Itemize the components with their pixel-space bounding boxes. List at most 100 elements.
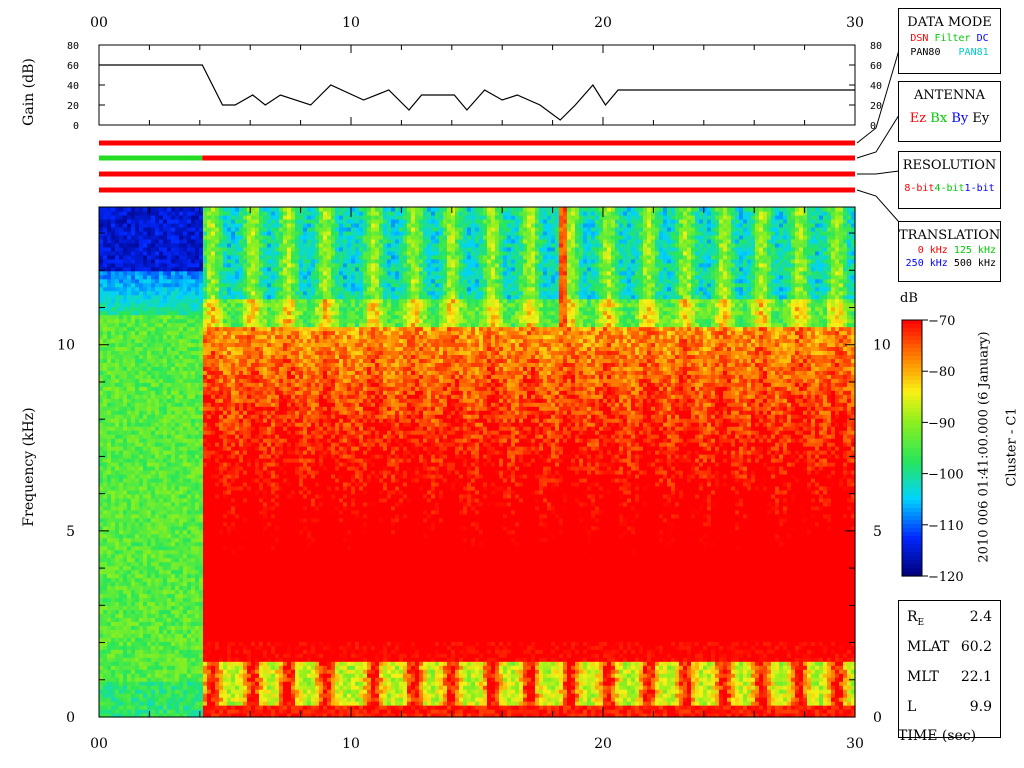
spectrogram-cell	[103, 366, 108, 371]
spectrogram-cell	[171, 442, 176, 447]
spectrogram-cell	[139, 442, 144, 447]
spectrogram-cell	[195, 513, 200, 519]
spectrogram-cell	[179, 505, 184, 511]
spectrogram-cell	[243, 525, 248, 531]
spectrogram-cell	[123, 673, 128, 678]
spectrogram-cell	[223, 322, 228, 328]
spectrogram-cell	[247, 585, 252, 591]
spectrogram-cell	[215, 693, 220, 698]
spectrogram-cell	[195, 434, 200, 439]
spectrogram-cell	[227, 681, 232, 686]
spectrogram-cell	[231, 517, 236, 523]
spectrogram-cell	[127, 685, 132, 690]
spectrogram-cell	[155, 442, 160, 447]
spectrogram-cell	[147, 338, 152, 344]
spectrogram-cell	[171, 549, 176, 555]
spectrogram-cell	[235, 625, 240, 630]
spectrogram-cell	[147, 454, 152, 459]
spectrogram-cell	[215, 465, 220, 471]
spectrogram-cell	[191, 350, 196, 356]
spectrogram-cell	[171, 314, 176, 320]
spectrogram-cell	[215, 254, 220, 260]
spectrogram-cell	[203, 290, 208, 296]
spectrogram-cell	[251, 549, 256, 555]
spectrogram-cell	[151, 649, 156, 654]
spectrogram-cell	[203, 649, 208, 654]
spectrogram-cell	[227, 657, 232, 662]
spectrogram-cell	[203, 446, 208, 451]
spectrogram-cell	[183, 613, 188, 618]
spectrogram-cell	[227, 485, 232, 491]
spectrogram-cell	[123, 573, 128, 579]
spectrogram-cell	[135, 501, 140, 507]
spectrogram-cell	[139, 621, 144, 626]
spectrogram-cell	[211, 545, 216, 551]
spectrogram-cell	[219, 210, 224, 216]
spectrogram-cell	[99, 573, 104, 579]
spectrogram-cell	[219, 278, 224, 284]
spectrogram-cell	[191, 593, 196, 599]
spectrogram-cell	[179, 665, 184, 670]
spectrogram-cell	[143, 665, 148, 670]
spectrogram-cell	[195, 509, 200, 515]
spectrogram-cell	[155, 561, 160, 567]
spectrogram-cell	[151, 701, 156, 706]
spectrogram-cell	[127, 382, 132, 387]
spectrogram-cell	[183, 266, 188, 272]
spectrogram-cell	[139, 250, 144, 256]
spectrogram-cell	[231, 665, 236, 670]
spectrogram-cell	[243, 390, 248, 395]
spectrogram-cell	[211, 477, 216, 483]
spectrogram-cell	[211, 298, 216, 304]
spectrogram-cell	[99, 505, 104, 511]
spectrogram-cell	[195, 430, 200, 435]
spectrogram-cell	[203, 234, 208, 240]
spectrogram-cell	[131, 286, 136, 292]
spectrogram-cell	[123, 282, 128, 288]
spectrogram-cell	[219, 414, 224, 419]
spectrogram-cell	[203, 254, 208, 260]
spectrogram-cell	[219, 521, 224, 527]
spectrogram-cell	[191, 378, 196, 383]
spectrogram-cell	[215, 390, 220, 395]
spectrogram-cell	[179, 557, 184, 563]
spectrogram-cell	[231, 207, 236, 212]
spectrogram-cell	[187, 450, 192, 455]
spectrogram-cell	[231, 402, 236, 407]
spectrogram-cell	[191, 386, 196, 391]
spectrogram-cell	[135, 553, 140, 559]
spectrogram-cell	[151, 306, 156, 312]
spectrogram-cell	[127, 298, 132, 304]
spectrogram-cell	[111, 645, 116, 650]
spectrogram-cell	[179, 446, 184, 451]
spectrogram-cell	[191, 266, 196, 272]
spectrogram-cell	[175, 438, 180, 443]
spectrogram-cell	[155, 701, 160, 706]
spectrogram-cell	[239, 605, 244, 611]
spectrogram-cell	[163, 601, 168, 607]
spectrogram-cell	[223, 214, 228, 220]
spectrogram-cell	[163, 565, 168, 571]
spectrogram-cell	[123, 493, 128, 499]
spectrogram-cell	[163, 402, 168, 407]
spectrogram-cell	[167, 358, 172, 363]
spectrogram-cell	[131, 294, 136, 300]
spectrogram-cell	[187, 358, 192, 363]
spectrogram-cell	[99, 621, 104, 626]
spectrogram-cell	[163, 705, 168, 710]
spectrogram-cell	[195, 354, 200, 359]
spectrogram-cell	[135, 234, 140, 240]
spectrogram-cell	[211, 681, 216, 686]
spectrogram-cell	[99, 262, 104, 268]
spectrogram-cell	[103, 338, 108, 344]
spectrogram-cell	[179, 533, 184, 539]
spectrogram-cell	[183, 549, 188, 555]
spectrogram-cell	[135, 641, 140, 646]
spectrogram-cell	[239, 649, 244, 654]
spectrogram-cell	[139, 230, 144, 236]
spectrogram-cell	[187, 438, 192, 443]
spectrogram-cell	[155, 238, 160, 244]
spectrogram-cell	[191, 250, 196, 256]
spectrogram-cell	[115, 438, 120, 443]
spectrogram-cell	[215, 226, 220, 232]
